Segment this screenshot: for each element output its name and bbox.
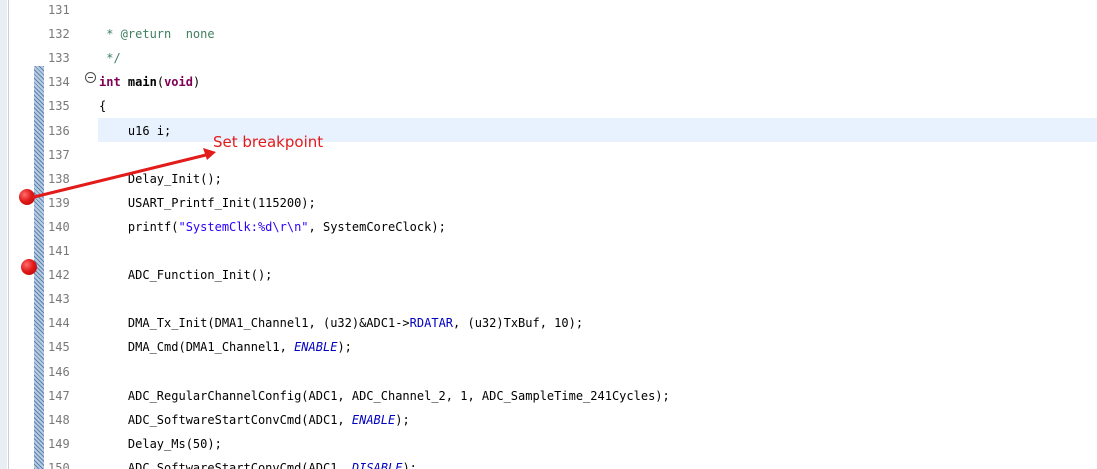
code-line[interactable]: printf("SystemClk:%d\r\n", SystemCoreClo… [99,215,446,239]
line-number: 137 [48,147,70,162]
code-token: Delay_Init(); [99,171,222,186]
line-number: 148 [48,412,70,427]
code-token: ADC_SoftwareStartConvCmd(ADC1, [99,460,352,469]
line-number: 131 [48,3,70,17]
code-token: ADC_RegularChannelConfig(ADC1, ADC_Chann… [99,388,670,403]
code-line[interactable]: ADC_SoftwareStartConvCmd(ADC1, DISABLE); [99,456,417,469]
code-token: "SystemClk:%d\r\n" [178,219,309,234]
code-token: ); [337,340,352,355]
code-token: DMA_Cmd(DMA1_Channel1, [99,340,295,355]
code-editor[interactable]: 131 132 * @return none 133 */ 134 int main(v… [0,0,1097,469]
code-token: RDATAR [409,316,454,331]
line-number: 135 [48,99,70,114]
line-number: 134 [48,75,70,90]
line-number: 143 [48,292,70,307]
code-line[interactable]: ADC_RegularChannelConfig(ADC1, ADC_Chann… [99,384,670,408]
code-line[interactable]: ADC_SoftwareStartConvCmd(ADC1, ENABLE); [99,408,410,432]
code-token: int [99,75,121,90]
line-number: 147 [48,388,70,403]
code-line[interactable]: Delay_Init(); [99,167,222,191]
code-line[interactable]: u16 i; [99,119,171,143]
line-number: 141 [48,244,70,258]
code-line[interactable]: DMA_Tx_Init(DMA1_Channel1, (u32)&ADC1->R… [99,311,583,335]
code-line[interactable]: USART_Printf_Init(115200); [99,191,316,215]
line-number: 149 [48,436,70,451]
line-number: 142 [48,268,70,283]
code-line[interactable]: */ [99,46,121,70]
code-token: */ [99,51,121,66]
code-token: , (u32)TxBuf, 10); [453,316,584,331]
line-number: 136 [48,123,70,138]
ruler-divider [8,0,9,469]
code-token: ); [395,412,410,427]
code-token: u16 i; [99,123,172,138]
code-token: * @return none [99,27,215,42]
breakpoint-icon[interactable] [21,259,37,275]
code-token: ) [192,75,201,90]
code-line[interactable]: { [99,94,106,118]
code-token: ( [156,75,165,90]
code-line[interactable]: int main(void) [99,70,200,94]
line-number: 133 [48,51,70,66]
code-token: ENABLE [294,340,338,355]
line-number: 140 [48,219,70,234]
line-number: 132 [48,27,70,42]
code-token: { [99,99,107,114]
code-token: main [127,75,157,90]
code-token: DMA_Tx_Init(DMA1_Channel1, (u32)&ADC1-> [99,316,410,331]
overview-ruler [0,0,7,469]
code-token: DISABLE [351,460,403,469]
code-line[interactable]: * @return none [99,22,215,46]
code-line[interactable]: Delay_Ms(50); [99,432,222,456]
line-number: 146 [48,364,70,379]
code-line[interactable]: DMA_Cmd(DMA1_Channel1, ENABLE); [99,335,352,359]
line-number: 138 [48,171,70,186]
code-token: ); [402,460,417,469]
collapse-icon[interactable] [85,72,96,83]
code-token: USART_Printf_Init(115200); [99,195,316,210]
breakpoint-icon[interactable] [19,189,35,205]
line-number: 139 [48,195,70,210]
code-token: ADC_SoftwareStartConvCmd(ADC1, [99,412,352,427]
code-token: void [164,75,193,90]
code-token: ADC_Function_Init(); [99,268,273,283]
code-token: Delay_Ms(50); [99,436,222,451]
code-token: ENABLE [351,412,396,427]
line-number: 145 [48,340,70,355]
annotation-label: Set breakpoint [213,133,324,151]
code-line[interactable]: ADC_Function_Init(); [99,263,273,287]
line-number: 144 [48,316,70,331]
code-token: , SystemCoreClock); [308,219,446,234]
code-token: printf( [99,219,179,234]
line-number: 150 [48,460,70,469]
